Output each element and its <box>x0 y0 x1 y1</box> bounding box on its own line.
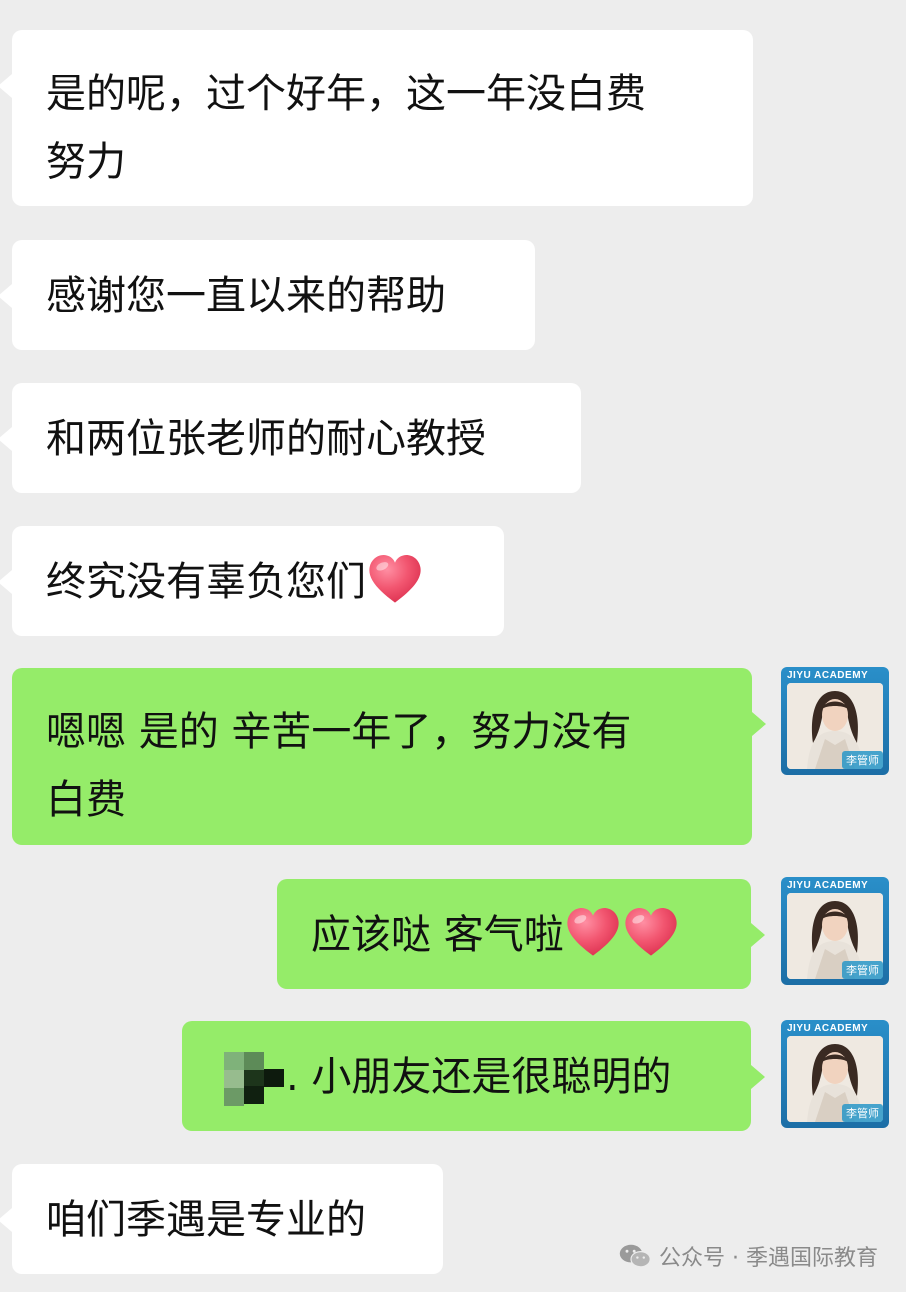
avatar-brand: JIYU ACADEMY <box>787 880 869 891</box>
redacted-name-mosaic <box>224 1052 284 1106</box>
message-text: 咱们季遇是专业的 <box>46 1197 366 1243</box>
message-bubble-incoming[interactable]: 和两位张老师的耐心教授 <box>0 383 581 493</box>
message-text: 和两位张老师的耐心教授 <box>46 416 486 462</box>
avatar-tag: 李管师 <box>842 1104 883 1122</box>
message-text-line: 努力 <box>46 139 126 185</box>
message-bubble-outgoing[interactable]: 应该哒 客气啦 <box>277 879 765 989</box>
message-bubble-incoming[interactable]: 是的呢，过个好年，这一年没白费 努力 <box>0 30 753 206</box>
avatar-brand: JIYU ACADEMY <box>787 670 869 681</box>
heart-icon <box>622 904 680 960</box>
watermark: 公众号 · 季遇国际教育 <box>619 1240 878 1272</box>
avatar-tag: 李管师 <box>842 751 883 769</box>
watermark-text: 公众号 · 季遇国际教育 <box>659 1246 878 1271</box>
wechat-icon <box>619 1243 651 1269</box>
message-text: 应该哒 客气啦 <box>311 912 564 958</box>
message-text-line: 嗯嗯 是的 辛苦一年了，努力没有 <box>46 709 632 755</box>
avatar[interactable]: JIYU ACADEMY 李管师 <box>781 667 889 775</box>
message-text: . 小朋友还是很聪明的 <box>286 1054 672 1100</box>
message-bubble-incoming[interactable]: 感谢您一直以来的帮助 <box>0 240 535 350</box>
message-text-line: 是的呢，过个好年，这一年没白费 <box>46 71 646 117</box>
message-bubble-incoming[interactable]: 终究没有辜负您们 <box>0 526 504 636</box>
message-text: 感谢您一直以来的帮助 <box>46 273 446 319</box>
message-text: 终究没有辜负您们 <box>46 559 366 605</box>
message-bubble-incoming[interactable]: 咱们季遇是专业的 <box>0 1164 443 1274</box>
avatar[interactable]: JIYU ACADEMY 李管师 <box>781 1020 889 1128</box>
message-bubble-outgoing[interactable]: . 小朋友还是很聪明的 <box>182 1021 765 1131</box>
message-bubble-outgoing[interactable]: 嗯嗯 是的 辛苦一年了，努力没有 白费 <box>12 668 766 845</box>
avatar-tag: 李管师 <box>842 961 883 979</box>
avatar-brand: JIYU ACADEMY <box>787 1023 869 1034</box>
avatar[interactable]: JIYU ACADEMY 李管师 <box>781 877 889 985</box>
message-text-line: 白费 <box>46 777 126 823</box>
heart-icon <box>564 904 622 960</box>
heart-icon <box>366 551 424 607</box>
